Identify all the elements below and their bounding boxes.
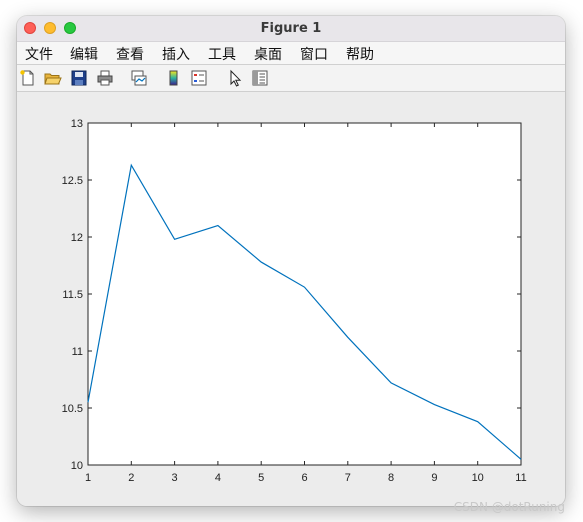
menu-bar: 文件 编辑 查看 插入 工具 桌面 窗口 帮助 [17, 42, 565, 65]
y-tick-label: 11 [72, 346, 83, 358]
y-tick-label: 12.5 [62, 175, 83, 187]
y-tick-label: 10.5 [62, 403, 83, 415]
x-tick-label: 7 [345, 472, 351, 484]
x-tick-label: 4 [215, 472, 221, 484]
x-tick-label: 2 [128, 472, 134, 484]
figure-canvas[interactable]: 1 2 3 4 5 6 7 8 9 10 11 10 10.5 11 11.5 12 12.5 13 [17, 92, 565, 506]
menu-edit[interactable]: 编辑 [70, 44, 98, 64]
menu-insert[interactable]: 插入 [162, 44, 190, 64]
x-tick-label: 5 [258, 472, 264, 484]
x-tick-label: 6 [301, 472, 307, 484]
edit-plot-arrow-icon[interactable] [226, 69, 244, 87]
x-tick-label: 10 [472, 472, 484, 484]
x-tick-label: 11 [515, 472, 526, 484]
menu-window[interactable]: 窗口 [300, 44, 328, 64]
menu-file[interactable]: 文件 [25, 44, 53, 64]
new-figure-icon[interactable] [19, 69, 37, 87]
open-file-icon[interactable] [44, 69, 62, 87]
x-tick-label: 3 [172, 472, 178, 484]
y-tick-label: 10 [71, 460, 83, 472]
title-bar[interactable]: Figure 1 [17, 16, 565, 42]
save-icon[interactable] [70, 69, 88, 87]
figure-window: Figure 1 文件 编辑 查看 插入 工具 桌面 窗口 帮助 1 2 3 4… [17, 16, 565, 506]
menu-help[interactable]: 帮助 [346, 44, 374, 64]
link-plot-icon[interactable] [130, 69, 148, 87]
y-tick-label: 11.5 [62, 289, 83, 301]
toolbar [17, 65, 565, 92]
y-tick-label: 12 [71, 232, 83, 244]
line-plot[interactable]: 1 2 3 4 5 6 7 8 9 10 111010.51111.51212.513 [17, 92, 565, 506]
x-tick-label: 9 [431, 472, 437, 484]
x-tick-label: 1 [85, 472, 91, 484]
watermark-text: CSDN @dotRuning [453, 500, 565, 514]
menu-view[interactable]: 查看 [116, 44, 144, 64]
menu-desktop[interactable]: 桌面 [254, 44, 282, 64]
insert-colorbar-icon[interactable] [165, 69, 183, 87]
menu-tools[interactable]: 工具 [208, 44, 236, 64]
insert-legend-icon[interactable] [190, 69, 208, 87]
print-icon[interactable] [96, 69, 114, 87]
property-inspector-icon[interactable] [251, 69, 269, 87]
window-title: Figure 1 [260, 21, 322, 36]
y-tick-label: 13 [71, 118, 83, 130]
x-tick-label: 8 [388, 472, 394, 484]
